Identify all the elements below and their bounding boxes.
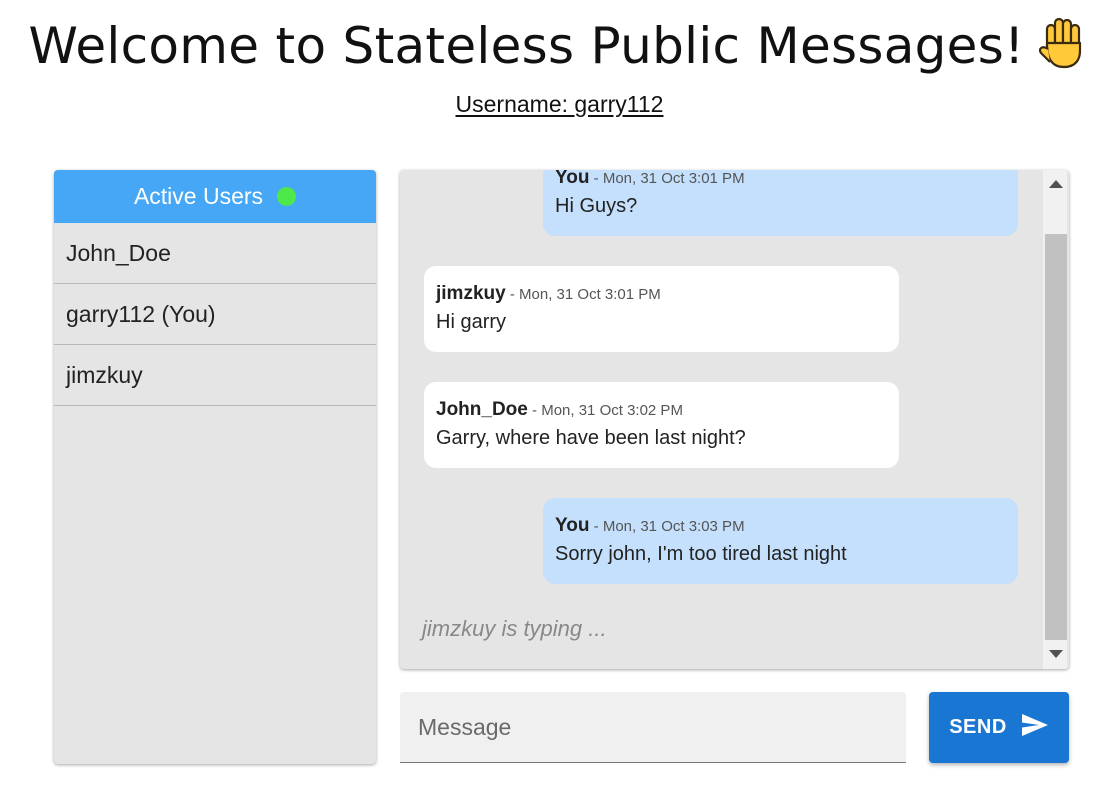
message-text: Sorry john, I'm too tired last night bbox=[555, 543, 847, 565]
page-title-text: Welcome to Stateless Public Messages! bbox=[28, 17, 1025, 75]
scroll-down-arrow-icon[interactable] bbox=[1049, 650, 1063, 658]
message-time: Mon, 31 Oct 3:03 PM bbox=[602, 518, 745, 535]
online-status-icon bbox=[277, 187, 297, 206]
chat-message: You - Mon, 31 Oct 3:01 PM Hi Guys? bbox=[543, 170, 1018, 236]
message-input[interactable] bbox=[400, 692, 906, 763]
chat-message: You - Mon, 31 Oct 3:03 PM Sorry john, I'… bbox=[543, 498, 1018, 584]
username-label: Username: garry112 bbox=[455, 91, 664, 117]
page-title: Welcome to Stateless Public Messages! bbox=[0, 14, 1119, 86]
active-users-panel: Active Users John_Doe garry112 (You) jim… bbox=[54, 170, 376, 764]
message-text: Garry, where have been last night? bbox=[436, 427, 746, 449]
active-users-title: Active Users bbox=[133, 183, 264, 209]
chat-message: John_Doe - Mon, 31 Oct 3:02 PM Garry, wh… bbox=[424, 382, 899, 468]
user-list-item[interactable]: garry112 (You) bbox=[54, 284, 376, 345]
typing-indicator: jimzkuy is typing ... bbox=[422, 616, 607, 641]
user-list-item[interactable]: John_Doe bbox=[54, 223, 376, 284]
raised-hand-icon bbox=[1034, 15, 1090, 86]
chat-message: jimzkuy - Mon, 31 Oct 3:01 PM Hi garry bbox=[424, 266, 899, 352]
active-users-header: Active Users bbox=[54, 170, 376, 223]
message-time: Mon, 31 Oct 3:02 PM bbox=[541, 402, 683, 419]
chat-scrollbar[interactable] bbox=[1043, 170, 1067, 669]
message-time: Mon, 31 Oct 3:01 PM bbox=[519, 286, 661, 303]
message-author: jimzkuy bbox=[436, 283, 506, 304]
send-button[interactable]: SEND bbox=[929, 692, 1069, 763]
send-arrow-icon bbox=[1021, 713, 1049, 743]
send-button-label: SEND bbox=[949, 716, 1007, 738]
user-list-item[interactable]: jimzkuy bbox=[54, 345, 376, 406]
scroll-up-arrow-icon[interactable] bbox=[1049, 180, 1063, 188]
message-time: Mon, 31 Oct 3:01 PM bbox=[602, 170, 745, 187]
scroll-thumb[interactable] bbox=[1045, 234, 1067, 640]
message-text: Hi Guys? bbox=[555, 195, 638, 217]
message-text: Hi garry bbox=[436, 311, 507, 333]
chat-messages-panel[interactable]: You - Mon, 31 Oct 3:01 PM Hi Guys? jimzk… bbox=[400, 170, 1069, 669]
message-author: You bbox=[555, 515, 590, 536]
message-author: John_Doe bbox=[436, 399, 528, 420]
message-author: You bbox=[555, 170, 590, 188]
